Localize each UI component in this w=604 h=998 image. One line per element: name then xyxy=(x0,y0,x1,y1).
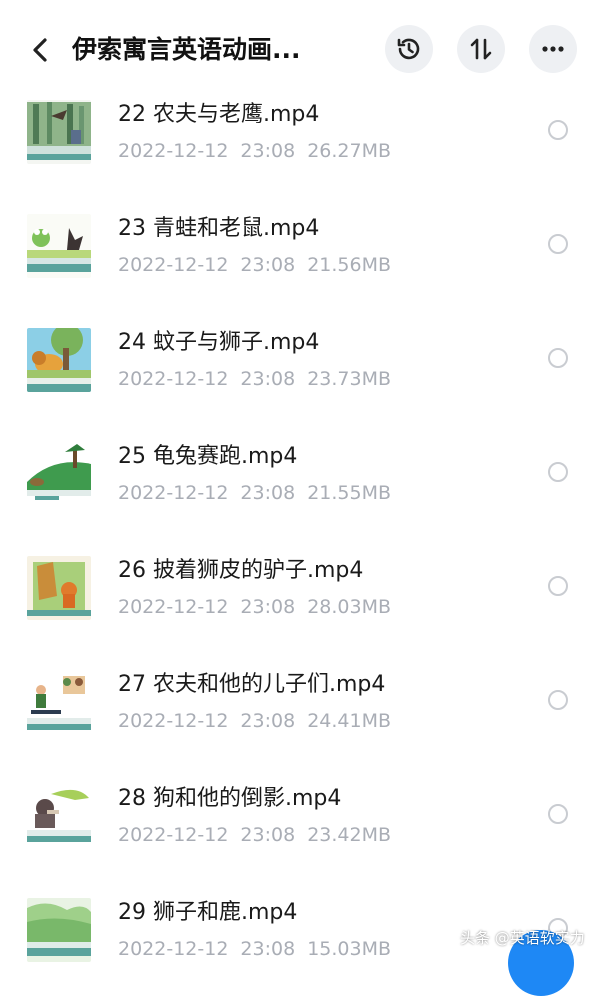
select-radio[interactable] xyxy=(548,234,568,254)
video-thumbnail xyxy=(27,328,91,392)
file-size: 26.27MB xyxy=(307,140,392,162)
file-size: 21.56MB xyxy=(307,254,392,276)
file-row[interactable]: 23 青蛙和老鼠.mp4 2022-12-12 23:08 21.56MB xyxy=(0,200,604,314)
file-date: 2022-12-12 xyxy=(118,140,229,162)
file-meta: 2022-12-12 23:08 21.55MB xyxy=(118,480,391,506)
history-icon xyxy=(397,38,420,60)
back-button[interactable] xyxy=(22,30,58,70)
file-date: 2022-12-12 xyxy=(118,596,229,618)
file-date: 2022-12-12 xyxy=(118,824,229,846)
file-row[interactable]: 24 蚊子与狮子.mp4 2022-12-12 23:08 23.73MB xyxy=(0,314,604,428)
file-meta: 2022-12-12 23:08 28.03MB xyxy=(118,594,391,620)
file-date: 2022-12-12 xyxy=(118,710,229,732)
file-time: 23:08 xyxy=(240,140,296,162)
file-name: 24 蚊子与狮子.mp4 xyxy=(118,330,320,355)
folder-title: 伊索寓言英语动画... xyxy=(72,35,301,64)
file-time: 23:08 xyxy=(240,482,296,504)
select-radio[interactable] xyxy=(548,462,568,482)
file-time: 23:08 xyxy=(240,710,296,732)
file-name: 27 农夫和他的儿子们.mp4 xyxy=(118,672,386,697)
file-name: 23 青蛙和老鼠.mp4 xyxy=(118,216,320,241)
select-radio[interactable] xyxy=(548,690,568,710)
watermark: 头条 @英语软实力 xyxy=(460,929,585,947)
file-row[interactable]: 27 农夫和他的儿子们.mp4 2022-12-12 23:08 24.41MB xyxy=(0,656,604,770)
select-radio[interactable] xyxy=(548,120,568,140)
file-meta: 2022-12-12 23:08 23.42MB xyxy=(118,822,391,848)
video-thumbnail xyxy=(27,100,91,164)
file-time: 23:08 xyxy=(240,368,296,390)
file-date: 2022-12-12 xyxy=(118,482,229,504)
file-time: 23:08 xyxy=(240,824,296,846)
chevron-left-icon xyxy=(33,38,47,62)
file-size: 23.73MB xyxy=(307,368,392,390)
file-size: 24.41MB xyxy=(307,710,392,732)
file-time: 23:08 xyxy=(240,596,296,618)
file-size: 21.55MB xyxy=(307,482,392,504)
file-row[interactable]: 26 披着狮皮的驴子.mp4 2022-12-12 23:08 28.03MB xyxy=(0,542,604,656)
file-date: 2022-12-12 xyxy=(118,254,229,276)
file-name: 29 狮子和鹿.mp4 xyxy=(118,900,298,925)
select-radio[interactable] xyxy=(548,348,568,368)
file-meta: 2022-12-12 23:08 26.27MB xyxy=(118,138,391,164)
video-thumbnail xyxy=(27,784,91,848)
file-size: 23.42MB xyxy=(307,824,392,846)
file-date: 2022-12-12 xyxy=(118,368,229,390)
file-date: 2022-12-12 xyxy=(118,938,229,960)
video-thumbnail xyxy=(27,556,91,620)
file-name: 22 农夫与老鹰.mp4 xyxy=(118,102,320,127)
file-row[interactable]: 28 狗和他的倒影.mp4 2022-12-12 23:08 23.42MB xyxy=(0,770,604,884)
file-row[interactable]: 22 农夫与老鹰.mp4 2022-12-12 23:08 26.27MB xyxy=(0,86,604,200)
file-meta: 2022-12-12 23:08 15.03MB xyxy=(118,936,391,962)
file-time: 23:08 xyxy=(240,938,296,960)
file-meta: 2022-12-12 23:08 23.73MB xyxy=(118,366,391,392)
file-size: 15.03MB xyxy=(307,938,392,960)
select-radio[interactable] xyxy=(548,804,568,824)
file-size: 28.03MB xyxy=(307,596,392,618)
file-meta: 2022-12-12 23:08 21.56MB xyxy=(118,252,391,278)
file-name: 26 披着狮皮的驴子.mp4 xyxy=(118,558,364,583)
sort-icon xyxy=(470,38,492,60)
history-button[interactable] xyxy=(385,25,433,73)
video-thumbnail xyxy=(27,442,91,506)
file-name: 25 龟兔赛跑.mp4 xyxy=(118,444,298,469)
file-time: 23:08 xyxy=(240,254,296,276)
file-meta: 2022-12-12 23:08 24.41MB xyxy=(118,708,391,734)
top-bar: 伊索寓言英语动画... xyxy=(0,0,604,100)
file-name: 28 狗和他的倒影.mp4 xyxy=(118,786,342,811)
video-thumbnail xyxy=(27,898,91,962)
video-thumbnail xyxy=(27,670,91,734)
more-horizontal-icon xyxy=(542,46,564,52)
file-row[interactable]: 25 龟兔赛跑.mp4 2022-12-12 23:08 21.55MB xyxy=(0,428,604,542)
select-radio[interactable] xyxy=(548,576,568,596)
more-button[interactable] xyxy=(529,25,577,73)
sort-button[interactable] xyxy=(457,25,505,73)
video-thumbnail xyxy=(27,214,91,278)
